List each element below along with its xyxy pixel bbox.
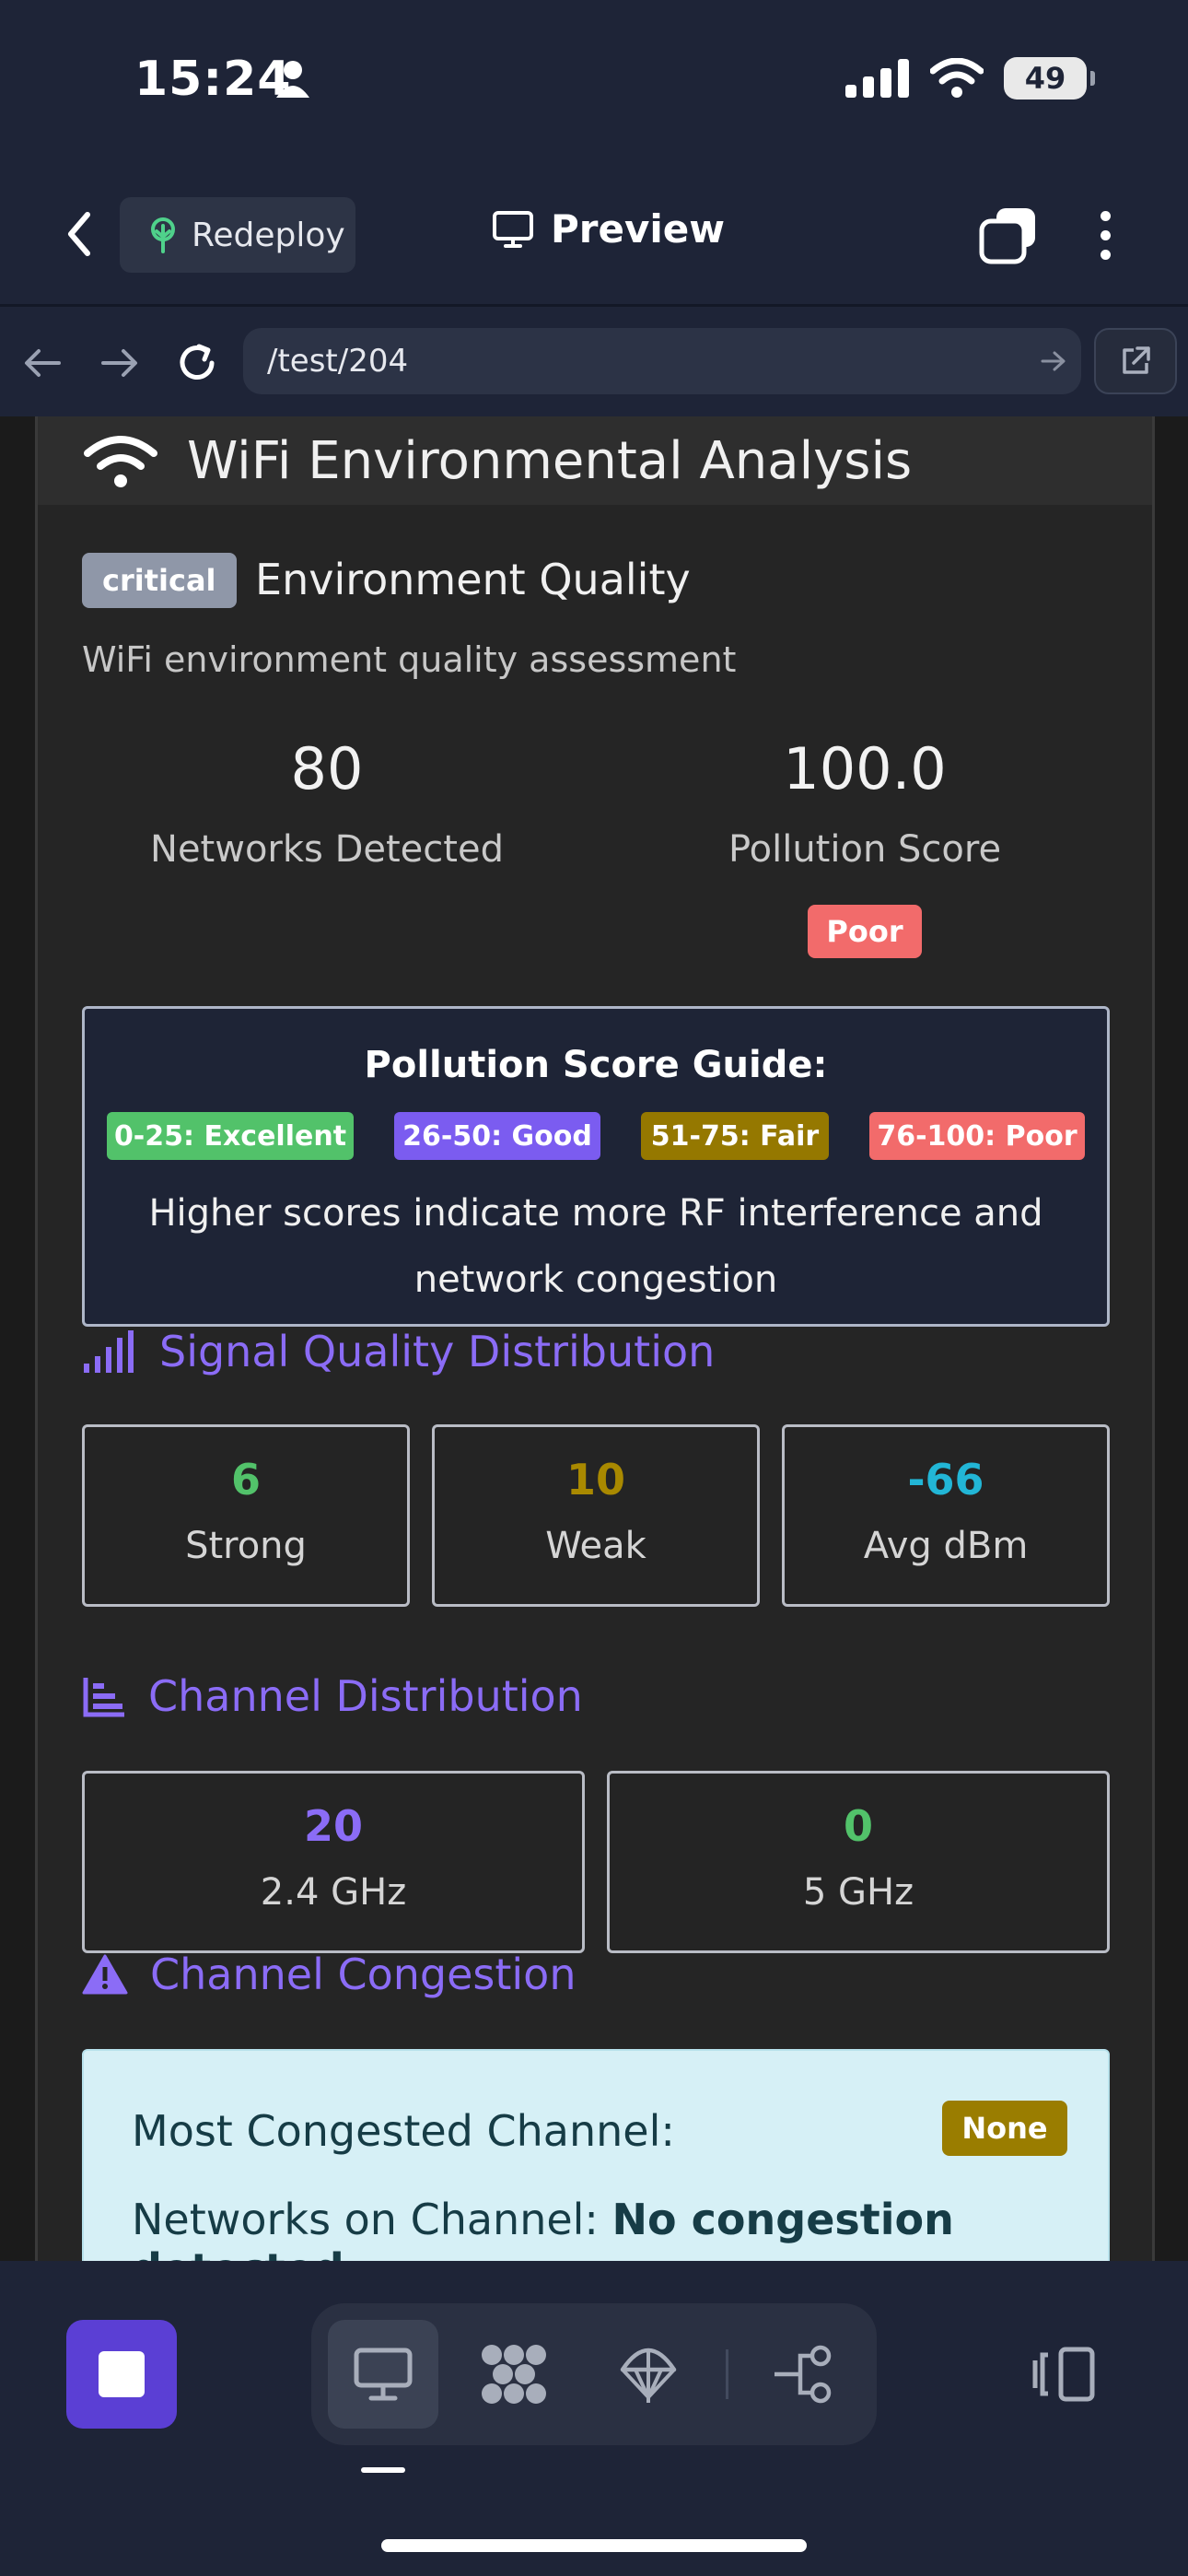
url-input[interactable]: /test/204: [243, 328, 1081, 394]
status-icons: 49: [845, 57, 1095, 100]
wifi-analysis-card: WiFi Environmental Analysis critical Env…: [35, 416, 1155, 2261]
guide-title: Pollution Score Guide:: [364, 1044, 828, 1086]
channel-distribution-title: Channel Distribution: [148, 1671, 583, 1721]
severity-badge: critical: [82, 553, 237, 608]
band-24ghz-box: 20 2.4 GHz: [82, 1771, 585, 1953]
networks-detected-label: Networks Detected: [150, 828, 504, 871]
pollution-score-stat: 100.0 Pollution Score: [635, 735, 1095, 871]
redeploy-label: Redeploy: [192, 216, 345, 254]
networks-detected-stat: 80 Networks Detected: [97, 735, 557, 871]
guide-note: Higher scores indicate more RF interfere…: [148, 1192, 1043, 1301]
open-external-button[interactable]: [1094, 328, 1177, 394]
active-view-indicator: [361, 2467, 405, 2473]
pollution-score-value: 100.0: [783, 735, 947, 802]
deploy-view-button[interactable]: [593, 2320, 704, 2429]
strong-label: Strong: [185, 1525, 307, 1567]
browser-back-button[interactable]: [17, 337, 68, 389]
tabs-icon: [979, 208, 1035, 264]
signal-quality-heading: Signal Quality Distribution: [82, 1327, 715, 1376]
stop-button[interactable]: [66, 2320, 177, 2429]
avg-dbm-label: Avg dBm: [863, 1525, 1029, 1567]
flow-icon: [775, 2345, 832, 2404]
desktop-view-button[interactable]: [328, 2320, 438, 2429]
networks-detected-value: 80: [290, 735, 364, 802]
pollution-guide: Pollution Score Guide: 0-25: Excellent 2…: [82, 1006, 1110, 1327]
signal-quality-title: Signal Quality Distribution: [159, 1327, 716, 1376]
view-switcher: [311, 2303, 877, 2445]
more-options-button[interactable]: [1079, 205, 1131, 265]
go-button[interactable]: [1026, 350, 1081, 372]
bar-chart-icon: [83, 1678, 124, 1717]
preview-label: Preview: [551, 206, 726, 252]
warning-icon: [82, 1954, 128, 1995]
device-layout-button[interactable]: [1031, 2344, 1098, 2405]
reload-button[interactable]: [171, 337, 223, 389]
networks-on-channel-row: Networks on Channel: No congestion detec…: [132, 2195, 1108, 2261]
environment-quality-subtitle: WiFi environment quality assessment: [82, 639, 737, 680]
battery-icon: 49: [1004, 57, 1095, 100]
home-indicator[interactable]: [381, 2539, 807, 2552]
band-5ghz-box: 0 5 GHz: [607, 1771, 1110, 1953]
web-preview: WiFi Environmental Analysis critical Env…: [0, 416, 1188, 2261]
card-header: WiFi Environmental Analysis: [38, 416, 1152, 505]
tabs-button[interactable]: [978, 205, 1039, 265]
redeploy-button[interactable]: Redeploy: [120, 197, 355, 273]
guide-chip-poor: 76-100: Poor: [869, 1112, 1085, 1160]
arrow-right-icon: [1041, 351, 1066, 371]
congestion-panel: Most Congested Channel: None Networks on…: [82, 2049, 1110, 2261]
side-panel-icon: [1032, 2347, 1095, 2402]
chevron-left-icon: [68, 212, 90, 256]
arrow-left-icon: [25, 349, 61, 377]
nav-divider: [0, 304, 1188, 307]
guide-chip-excellent: 0-25: Excellent: [107, 1112, 354, 1160]
preview-title: Preview: [492, 206, 725, 252]
weak-value: 10: [565, 1455, 625, 1505]
cellular-signal-icon: [845, 59, 909, 98]
monitor-icon: [493, 210, 533, 248]
parachute-icon: [620, 2348, 677, 2403]
avg-dbm-box: -66 Avg dBm: [782, 1424, 1110, 1607]
band-24ghz-label: 2.4 GHz: [260, 1871, 407, 1914]
person-icon: [276, 61, 309, 98]
workflow-view-button[interactable]: [750, 2320, 860, 2429]
wifi-icon: [84, 436, 157, 487]
reload-icon: [180, 344, 215, 380]
pollution-status-badge: Poor: [808, 905, 922, 958]
channel-distribution-heading: Channel Distribution: [82, 1671, 583, 1721]
signal-bars-icon: [84, 1330, 134, 1373]
guide-chip-good: 26-50: Good: [394, 1112, 600, 1160]
toolbar-separator: [726, 2349, 728, 2399]
weak-label: Weak: [545, 1525, 646, 1567]
wifi-status-icon: [930, 58, 984, 98]
most-congested-label: Most Congested Channel:: [132, 2106, 675, 2156]
card-title: WiFi Environmental Analysis: [187, 430, 913, 491]
band-5ghz-value: 0: [843, 1801, 873, 1851]
band-24ghz-value: 20: [303, 1801, 363, 1851]
avg-dbm-value: -66: [907, 1455, 984, 1505]
strong-signal-box: 6 Strong: [82, 1424, 410, 1607]
components-view-button[interactable]: [459, 2320, 569, 2429]
components-icon: [482, 2345, 546, 2404]
band-5ghz-label: 5 GHz: [802, 1871, 914, 1914]
environment-quality-title: Environment Quality: [255, 555, 691, 604]
status-time: 15:24: [134, 52, 292, 107]
external-link-icon: [1123, 346, 1150, 374]
guide-chip-fair: 51-75: Fair: [641, 1112, 829, 1160]
monitor-icon: [354, 2348, 413, 2401]
channel-congestion-heading: Channel Congestion: [82, 1950, 576, 1999]
url-text: /test/204: [267, 343, 409, 380]
browser-forward-button[interactable]: [94, 337, 146, 389]
weak-signal-box: 10 Weak: [432, 1424, 760, 1607]
pollution-score-label: Pollution Score: [728, 828, 1002, 871]
most-congested-badge: None: [942, 2101, 1067, 2156]
strong-value: 6: [230, 1455, 261, 1505]
stop-icon: [99, 2351, 145, 2397]
arrow-right-icon: [101, 349, 137, 377]
channel-congestion-title: Channel Congestion: [150, 1950, 577, 1999]
networks-on-channel-label: Networks on Channel:: [132, 2195, 599, 2244]
back-button[interactable]: [53, 206, 105, 262]
tree-icon: [151, 217, 175, 253]
